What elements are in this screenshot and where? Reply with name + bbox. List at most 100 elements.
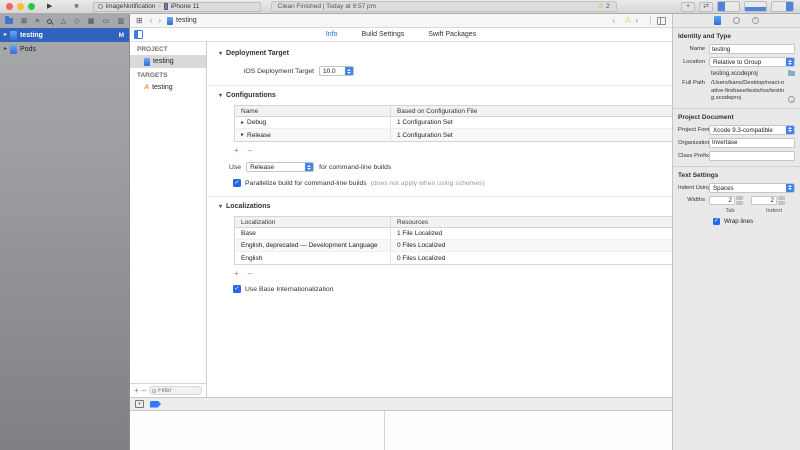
debug-navigator-icon[interactable]: ▦ [88, 18, 95, 25]
wrap-lines-checkbox[interactable]: ✓ [713, 218, 720, 225]
remove-localization-button[interactable]: – [248, 269, 252, 278]
add-localization-button[interactable]: + [234, 269, 239, 278]
section-deployment-target[interactable]: ▾ Deployment Target [219, 50, 662, 57]
issue-warning-icon[interactable]: ⚠ [625, 17, 631, 24]
disclosure-icon[interactable]: ▸ [241, 120, 244, 126]
scheme-selector[interactable]: imageNotification › iPhone 11 [93, 2, 261, 12]
localization-value: 0 Files Localized [391, 242, 445, 249]
add-configuration-button[interactable]: + [234, 146, 239, 155]
indent-using-dropdown[interactable]: Spaces [709, 183, 795, 193]
section-configurations[interactable]: ▾ Configurations [219, 92, 662, 99]
localizations-add-remove: + – [234, 269, 662, 278]
test-navigator-icon[interactable]: ◇ [74, 18, 79, 25]
indent-caption: Indent [757, 208, 791, 214]
minimize-window-button[interactable] [17, 3, 24, 10]
tab-info[interactable]: Info [326, 31, 338, 38]
class-prefix-field[interactable] [709, 151, 795, 161]
library-button[interactable]: + [681, 2, 695, 12]
disclosure-open-icon[interactable]: ▾ [219, 204, 222, 210]
filter-field[interactable] [149, 386, 202, 395]
disclosure-open-icon[interactable]: ▾ [219, 93, 222, 99]
table-row[interactable]: Base 1 File Localized [235, 228, 672, 240]
disclosure-open-icon[interactable]: ▾ [219, 51, 222, 57]
toggle-inspector-button[interactable] [771, 1, 794, 12]
reveal-in-finder-icon[interactable]: → [788, 96, 795, 103]
targets-header: TARGETS [130, 68, 206, 81]
remove-target-button[interactable]: – [142, 386, 146, 395]
close-window-button[interactable] [6, 3, 13, 10]
project-item-testing[interactable]: testing [130, 55, 206, 68]
quick-help-icon[interactable]: ? [752, 17, 759, 24]
add-target-button[interactable]: + [134, 386, 139, 395]
table-row[interactable]: ▸Debug 1 Configuration Set [235, 117, 672, 129]
issue-navigator-icon[interactable]: △ [61, 18, 66, 25]
history-inspector-icon[interactable] [733, 17, 740, 24]
remove-configuration-button[interactable]: – [248, 146, 252, 155]
symbol-navigator-icon[interactable]: ≡ [35, 18, 39, 25]
tab-overview-icon[interactable]: ⊞ [136, 16, 143, 25]
variables-view-pane[interactable] [130, 411, 385, 450]
project-format-dropdown[interactable]: Xcode 9.3-compatible [709, 125, 795, 135]
hide-debug-area-icon[interactable]: ▾ [135, 400, 144, 408]
organization-field[interactable] [709, 138, 795, 148]
table-row[interactable]: English, deprecated — Development Langua… [235, 240, 672, 252]
disclosure-icon[interactable]: ▸ [4, 46, 7, 52]
widths-label: Widths [678, 197, 709, 203]
run-button[interactable]: ▶ [47, 0, 52, 14]
name-field[interactable] [709, 44, 795, 54]
table-row[interactable]: ▸Release 1 Configuration Set [235, 129, 672, 141]
section-title: Configurations [226, 92, 276, 99]
filter-input[interactable] [158, 388, 199, 394]
breakpoint-navigator-icon[interactable]: ▭ [103, 18, 110, 25]
tab-build-settings[interactable]: Build Settings [362, 31, 405, 38]
console-pane[interactable] [385, 411, 672, 450]
tab-swift-packages[interactable]: Swift Packages [428, 31, 476, 38]
stop-button[interactable]: ■ [74, 0, 78, 14]
disclosure-icon[interactable]: ▸ [241, 132, 244, 138]
find-navigator-icon[interactable] [47, 19, 52, 24]
editor-tab-title[interactable]: testing [176, 17, 197, 24]
report-navigator-icon[interactable]: ▥ [117, 18, 124, 25]
identity-and-type-header: Identity and Type [678, 33, 795, 40]
full-path-value: /Users/kans/Desktop/react-native-firebas… [709, 80, 786, 103]
stepper-arrows-icon[interactable] [736, 196, 743, 205]
choose-location-folder-icon[interactable] [788, 71, 795, 76]
command-line-config-dropdown[interactable]: Release [246, 162, 314, 172]
localization-name: English, deprecated — Development Langua… [235, 240, 391, 251]
editor-options-icon[interactable] [657, 17, 666, 25]
check-icon: ✓ [234, 286, 239, 292]
ios-deployment-target-dropdown[interactable]: 10.0 [319, 66, 354, 76]
source-control-navigator-icon[interactable]: ⊠ [21, 18, 27, 25]
column-resources: Resources [391, 219, 428, 226]
target-item-testing[interactable]: A testing [130, 81, 206, 94]
project-navigator-icon[interactable] [5, 18, 13, 24]
toggle-navigator-button[interactable] [717, 1, 740, 12]
base-internationalization-checkbox[interactable]: ✓ [233, 285, 241, 293]
indent-width-stepper[interactable]: 2 [751, 196, 785, 205]
forward-icon[interactable]: › [158, 16, 161, 25]
zoom-window-button[interactable] [28, 3, 35, 10]
toggle-debug-area-button[interactable] [744, 1, 767, 12]
breakpoints-toggle-icon[interactable] [150, 401, 161, 408]
config-value: 1 Configuration Set [391, 119, 453, 126]
tab-width-stepper[interactable]: 2 [709, 196, 743, 205]
file-inspector-body: Identity and Type Name Location Relative… [673, 28, 800, 228]
disclosure-icon[interactable]: ▸ [4, 32, 7, 38]
next-issue-icon[interactable]: › [635, 16, 638, 25]
configurations-table: Name Based on Configuration File ▸Debug … [234, 105, 672, 142]
editor-mode-button[interactable]: ⇄ [699, 2, 713, 12]
sidebar-item-testing[interactable]: ▸ testing M [0, 28, 129, 42]
indent-width-value: 2 [751, 196, 777, 205]
xcodeproj-icon [10, 31, 17, 40]
table-row[interactable]: English 0 Files Localized [235, 252, 672, 264]
stepper-arrows-icon[interactable] [778, 196, 785, 205]
location-dropdown[interactable]: Relative to Group [709, 57, 795, 67]
warning-count-badge[interactable]: ⚠ 2 [598, 3, 610, 10]
section-localizations[interactable]: ▾ Localizations [219, 203, 662, 210]
file-inspector-icon[interactable] [714, 16, 721, 25]
parallelize-checkbox[interactable]: ✓ [233, 179, 241, 187]
previous-issue-icon[interactable]: ‹ [612, 16, 615, 25]
back-icon[interactable]: ‹ [150, 16, 153, 25]
parallelize-label: Parallelize build for command-line build… [245, 180, 367, 187]
sidebar-item-pods[interactable]: ▸ Pods [0, 42, 129, 56]
